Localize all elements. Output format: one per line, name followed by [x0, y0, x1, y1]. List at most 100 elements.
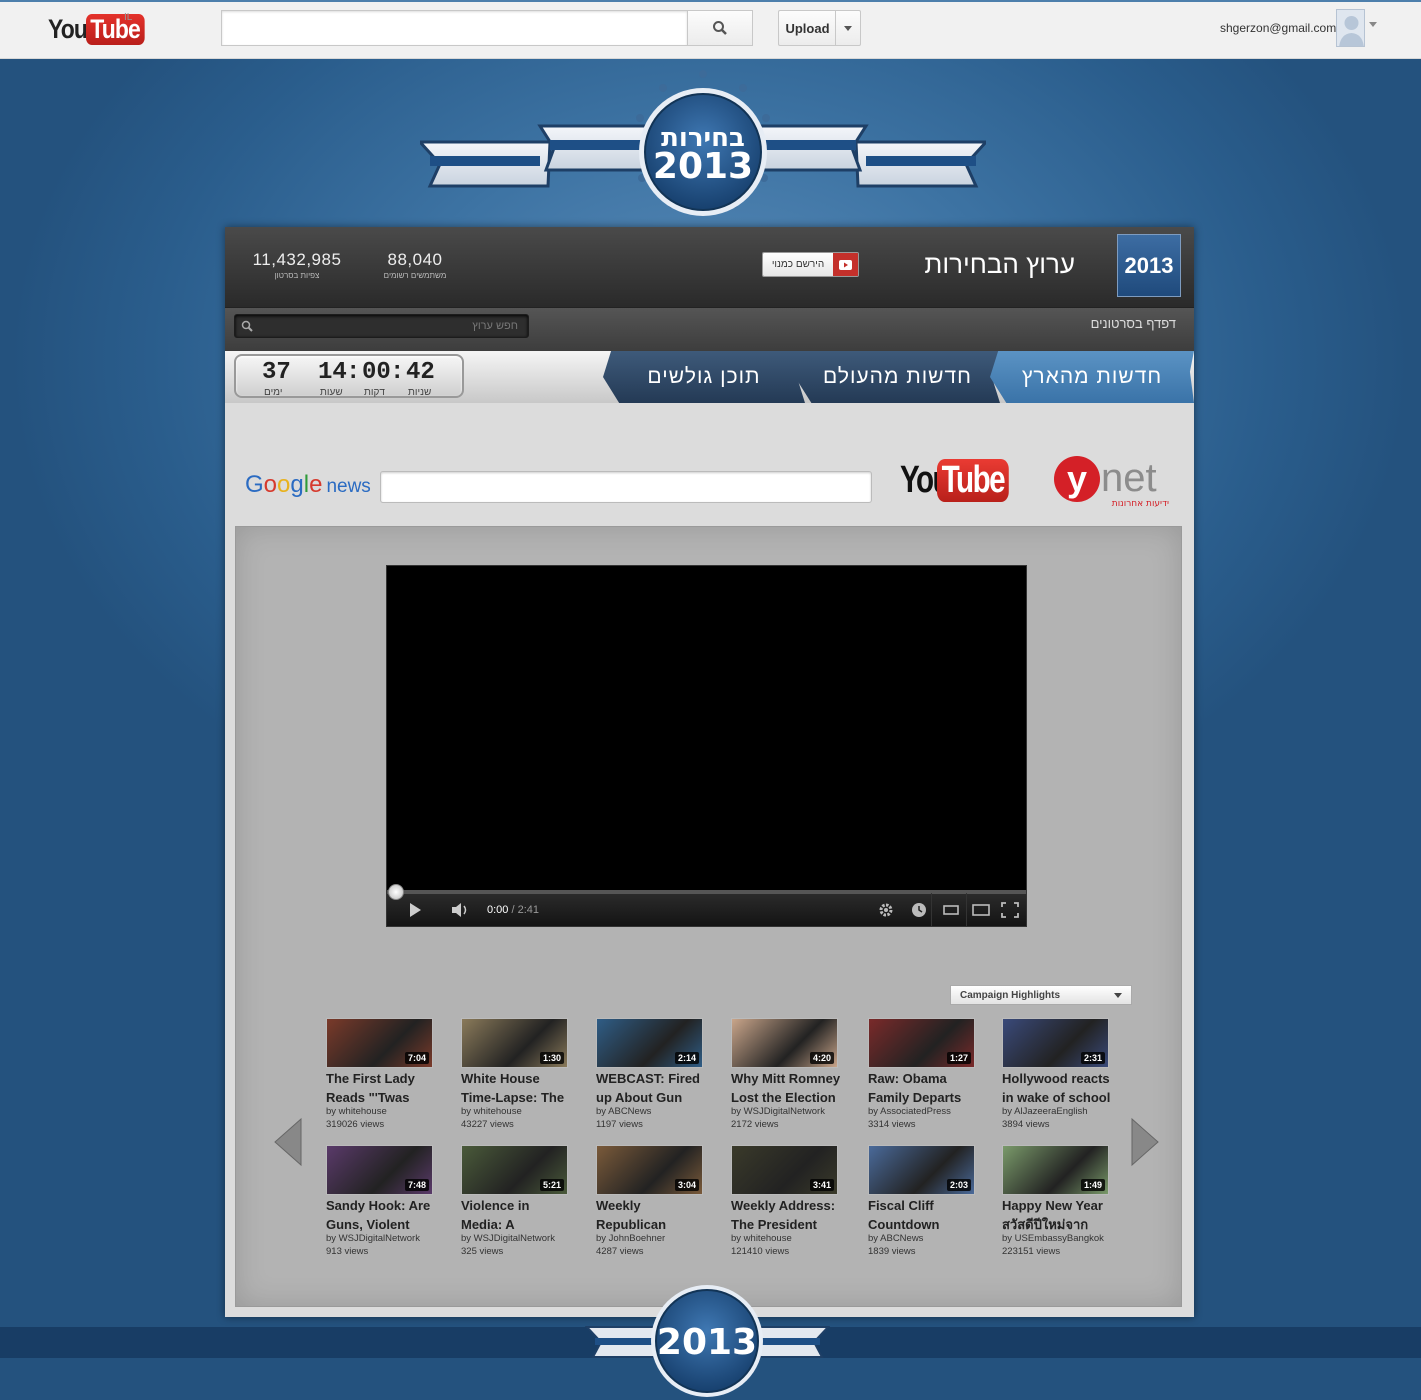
settings-gear-icon[interactable] — [878, 902, 894, 918]
user-email[interactable]: shgerzon@gmail.com — [1220, 21, 1336, 35]
video-item[interactable]: 5:21 Violence in Media: Aby WSJDigitalNetw… — [461, 1145, 579, 1258]
large-player-icon[interactable] — [972, 903, 990, 917]
video-item[interactable]: 4:20 Why Mitt Romney Lost the Election by W… — [731, 1018, 849, 1131]
video-author[interactable]: by ABCNews — [596, 1106, 714, 1119]
youtube-play-icon — [833, 253, 858, 276]
video-item[interactable]: 1:27 Raw: Obama Family Departs by Associate… — [868, 1018, 986, 1131]
video-author[interactable]: by AlJazeeraEnglish — [1002, 1106, 1120, 1119]
video-title-line2[interactable]: The President — [731, 1216, 849, 1233]
video-title[interactable]: Violence in — [461, 1197, 579, 1214]
video-item[interactable]: 2:31 Hollywood reacts in wake of school by … — [1002, 1018, 1120, 1131]
video-title[interactable]: Weekly Address: — [731, 1197, 849, 1214]
video-author[interactable]: by whitehouse — [326, 1106, 444, 1119]
video-duration: 3:41 — [809, 1179, 834, 1191]
video-title[interactable]: WEBCAST: Fired — [596, 1070, 714, 1087]
video-thumbnail[interactable]: 1:30 — [461, 1018, 568, 1068]
account-menu-button[interactable] — [1369, 22, 1377, 27]
video-title-line2[interactable]: Republican — [596, 1216, 714, 1233]
subscribe-button[interactable]: הירשם כמנוי — [762, 252, 859, 277]
video-title[interactable]: Why Mitt Romney — [731, 1070, 849, 1087]
video-title-line2[interactable]: Time-Lapse: The — [461, 1089, 579, 1106]
video-duration: 2:03 — [946, 1179, 971, 1191]
video-item[interactable]: 7:48 Sandy Hook: Are Guns, Violent by WSJDi… — [326, 1145, 444, 1258]
video-thumbnail[interactable]: 4:20 — [731, 1018, 838, 1068]
video-title[interactable]: Sandy Hook: Are — [326, 1197, 444, 1214]
video-item[interactable]: 2:03 Fiscal Cliff Countdown by ABCNews 1839 … — [868, 1145, 986, 1258]
player-controls: 0:00 / 2:41 — [387, 884, 1026, 927]
video-thumbnail[interactable]: 3:41 — [731, 1145, 838, 1195]
video-author[interactable]: by ABCNews — [868, 1233, 986, 1246]
video-item[interactable]: 2:14 WEBCAST: Fired up About Gun by ABCNews… — [596, 1018, 714, 1131]
video-author[interactable]: by WSJDigitalNetwork — [326, 1233, 444, 1246]
video-title-line2[interactable]: Lost the Election — [731, 1089, 849, 1106]
user-silhouette-icon — [1339, 16, 1364, 46]
volume-icon[interactable] — [451, 902, 469, 918]
ynet-logo[interactable]: y net ידיעות אחרונות — [1053, 451, 1173, 511]
upload-button[interactable]: Upload — [778, 10, 836, 46]
google-news-logo[interactable]: Google news — [245, 471, 371, 499]
video-title-line2[interactable]: Media: A — [461, 1216, 579, 1233]
progress-handle[interactable] — [388, 884, 404, 900]
video-item[interactable]: 3:41 Weekly Address: The President by white… — [731, 1145, 849, 1258]
video-views: 43227 views — [461, 1118, 514, 1130]
next-arrow-icon[interactable] — [1130, 1117, 1160, 1167]
video-author[interactable]: by whitehouse — [731, 1233, 849, 1246]
video-item[interactable]: 7:04 The First Lady Reads "'Twas by whiteho… — [326, 1018, 444, 1131]
video-item[interactable]: 3:04 Weekly Republican by JohnBoehner 4287 v… — [596, 1145, 714, 1258]
tab-user-content[interactable]: תוכן גולשים — [603, 351, 805, 403]
video-item[interactable]: 1:30 White House Time-Lapse: The by whiteho… — [461, 1018, 579, 1131]
video-player[interactable]: 0:00 / 2:41 — [386, 565, 1027, 927]
video-title-line2[interactable]: Family Departs — [868, 1089, 986, 1106]
channel-logo[interactable]: 2013 — [1117, 234, 1181, 297]
search-input[interactable] — [221, 10, 688, 46]
youtube-partner-logo[interactable]: You Tube — [900, 459, 1029, 502]
video-title[interactable]: The First Lady — [326, 1070, 444, 1087]
channel-title: ערוץ הבחירות — [924, 249, 1075, 279]
upload-menu-button[interactable] — [835, 10, 861, 46]
watch-later-icon[interactable] — [911, 902, 927, 918]
previous-arrow-icon[interactable] — [273, 1117, 303, 1167]
video-title-line2[interactable]: สวัสดีปีใหม่จาก — [1002, 1216, 1120, 1233]
video-title-line2[interactable]: Guns, Violent — [326, 1216, 444, 1233]
video-thumbnail[interactable]: 7:04 — [326, 1018, 433, 1068]
video-thumbnail[interactable]: 3:04 — [596, 1145, 703, 1195]
search-button[interactable] — [687, 10, 753, 46]
small-player-icon[interactable] — [943, 904, 959, 916]
tab-israel-news[interactable]: חדשות מהארץ — [990, 351, 1194, 403]
video-author[interactable]: by JohnBoehner — [596, 1233, 714, 1246]
video-thumbnail[interactable]: 5:21 — [461, 1145, 568, 1195]
video-item[interactable]: 1:49 Happy New Year สวัสดีปีใหม่จาก by USEm… — [1002, 1145, 1120, 1258]
video-title[interactable]: Hollywood reacts — [1002, 1070, 1120, 1087]
avatar[interactable] — [1336, 9, 1365, 47]
video-author[interactable]: by WSJDigitalNetwork — [731, 1106, 849, 1119]
video-author[interactable]: by USEmbassyBangkok — [1002, 1233, 1120, 1246]
video-title[interactable]: White House — [461, 1070, 579, 1087]
video-title[interactable]: Fiscal Cliff — [868, 1197, 986, 1214]
video-thumbnail[interactable]: 2:03 — [868, 1145, 975, 1195]
news-search-input[interactable] — [380, 471, 872, 503]
video-title[interactable]: Happy New Year — [1002, 1197, 1120, 1214]
video-thumbnail[interactable]: 2:31 — [1002, 1018, 1109, 1068]
channel-search-placeholder: חפש ערוץ — [472, 320, 518, 332]
video-thumbnail[interactable]: 1:49 — [1002, 1145, 1109, 1195]
video-title[interactable]: Raw: Obama — [868, 1070, 986, 1087]
play-icon[interactable] — [407, 902, 423, 918]
video-author[interactable]: by AssociatedPress — [868, 1106, 986, 1119]
browse-videos-link[interactable]: דפדף בסרטונים — [1091, 316, 1176, 331]
video-thumbnail[interactable]: 2:14 — [596, 1018, 703, 1068]
video-title[interactable]: Weekly — [596, 1197, 714, 1214]
video-title-line2[interactable]: Countdown — [868, 1216, 986, 1233]
video-author[interactable]: by whitehouse — [461, 1106, 579, 1119]
youtube-logo[interactable]: You Tube IL — [48, 12, 155, 46]
video-title-line2[interactable]: up About Gun — [596, 1089, 714, 1106]
playlist-filter-select[interactable]: Campaign Highlights — [950, 985, 1132, 1005]
video-author[interactable]: by WSJDigitalNetwork — [461, 1233, 579, 1246]
video-title-line2[interactable]: in wake of school — [1002, 1089, 1120, 1106]
chevron-down-icon — [1114, 993, 1122, 998]
channel-search-input[interactable]: חפש ערוץ — [234, 314, 529, 338]
video-thumbnail[interactable]: 7:48 — [326, 1145, 433, 1195]
fullscreen-icon[interactable] — [1001, 902, 1019, 918]
video-thumbnail[interactable]: 1:27 — [868, 1018, 975, 1068]
video-title-line2[interactable]: Reads "'Twas — [326, 1089, 444, 1106]
tab-world-news[interactable]: חדשות מהעולם — [795, 351, 1000, 403]
